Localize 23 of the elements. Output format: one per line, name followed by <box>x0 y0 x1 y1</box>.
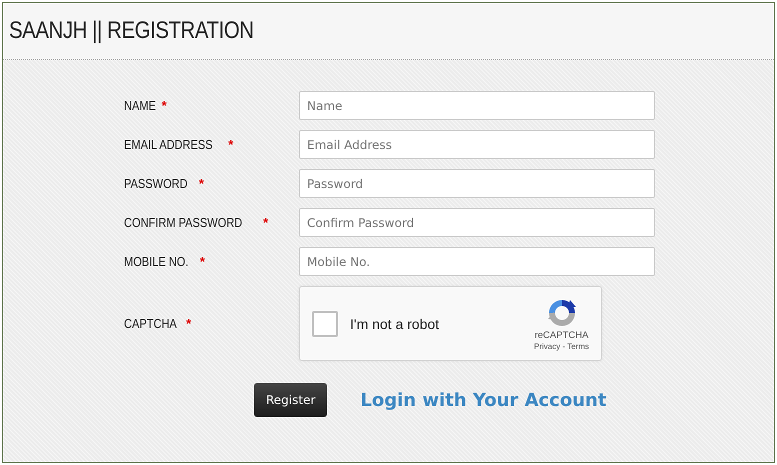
register-button[interactable]: Register <box>254 383 328 417</box>
required-mark: * <box>200 254 205 269</box>
required-mark: * <box>162 98 167 113</box>
input-field[interactable]: Password <box>299 169 655 198</box>
captcha-brand: reCAPTCHA <box>534 330 588 340</box>
input-field[interactable]: Name <box>299 91 655 120</box>
checkbox-label: I'm not a robot <box>350 316 440 332</box>
field-label: NAME <box>124 98 156 113</box>
input-field[interactable]: Mobile No. <box>299 247 655 276</box>
field-label: MOBILE NO. <box>124 254 188 269</box>
field-label: PASSWORD <box>124 176 188 191</box>
input-field[interactable]: Email Address <box>299 130 655 159</box>
required-mark: * <box>198 176 204 191</box>
input-field[interactable]: Confirm Password <box>299 208 655 237</box>
required-mark: * <box>186 316 192 331</box>
captcha-links[interactable]: Privacy - Terms <box>534 342 589 350</box>
required-mark: * <box>263 215 268 230</box>
field-label: CAPTCHA <box>124 316 177 331</box>
captcha-checkbox[interactable] <box>312 310 338 336</box>
field-label: CONFIRM PASSWORD <box>124 215 242 230</box>
field-label: EMAIL ADDRESS <box>124 137 213 152</box>
page-title: SAANJH || REGISTRATION <box>9 17 254 45</box>
required-mark: * <box>228 137 234 152</box>
